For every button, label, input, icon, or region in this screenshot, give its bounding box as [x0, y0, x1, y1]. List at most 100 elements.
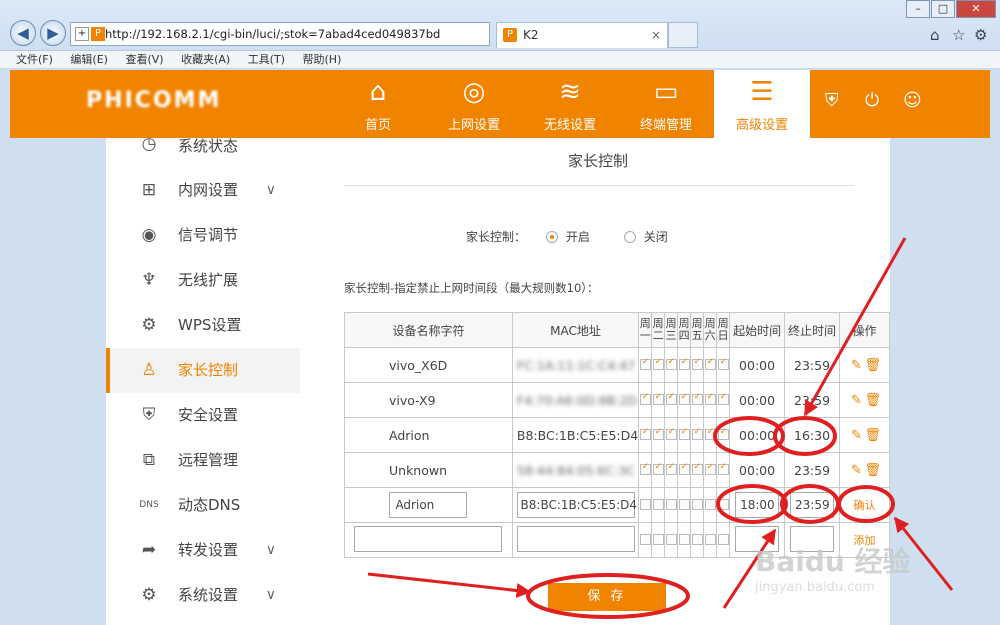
- sidebar-item-lan[interactable]: ⊞ 内网设置 ∨: [106, 168, 300, 213]
- user-icon[interactable]: ☺: [903, 90, 922, 111]
- menu-file[interactable]: 文件(F): [16, 53, 53, 66]
- back-button[interactable]: ◀: [10, 20, 36, 46]
- save-button[interactable]: 保 存: [548, 583, 666, 611]
- checkbox[interactable]: [678, 533, 690, 545]
- radio-off[interactable]: [623, 231, 636, 243]
- checkbox[interactable]: [652, 533, 664, 545]
- checkbox: [665, 392, 677, 405]
- trash-icon[interactable]: 🗑: [865, 463, 882, 478]
- rules-table: 设备名称字符 MAC地址 周一 周二 周三 周四 周五 周六 周日 起始时间 终…: [344, 312, 890, 558]
- checkbox[interactable]: [704, 498, 716, 510]
- sidebar-item-security[interactable]: ⛨ 安全设置: [106, 393, 300, 438]
- minimize-button[interactable]: –: [906, 0, 930, 18]
- checkbox: [652, 392, 664, 405]
- shield-icon[interactable]: ⛨: [825, 90, 839, 111]
- sidebar-item-system[interactable]: ⚙ 系统设置 ∨: [106, 573, 300, 618]
- checkbox: [665, 462, 677, 475]
- day-check: [690, 487, 705, 523]
- sidebar-item-label: 系统设置: [178, 586, 239, 604]
- checkbox[interactable]: [691, 498, 703, 510]
- checkbox: [652, 427, 664, 440]
- wifi-icon: ≋: [559, 77, 581, 107]
- menu-view[interactable]: 查看(V): [125, 53, 163, 66]
- radio-on[interactable]: [545, 231, 558, 243]
- checkbox[interactable]: [678, 498, 690, 510]
- mac-input[interactable]: B8:BC:1B:C5:E5:D4: [516, 492, 637, 518]
- nav-devices[interactable]: ▭ 终端管理: [618, 70, 714, 138]
- sidebar-item-forward[interactable]: ➦ 转发设置 ∨: [106, 528, 300, 573]
- checkbox: [652, 462, 664, 475]
- nav-wireless[interactable]: ≋ 无线设置: [522, 70, 618, 138]
- nav-internet[interactable]: ◎ 上网设置: [426, 70, 522, 138]
- menu-edit[interactable]: 编辑(E): [70, 53, 108, 66]
- checkbox[interactable]: [665, 533, 677, 545]
- checkbox: [691, 427, 703, 440]
- device-mac: B8:BC:1B:C5:E5:D4: [511, 417, 640, 453]
- nav-advanced[interactable]: ☰ 高级设置: [714, 70, 810, 138]
- menu-favorites[interactable]: 收藏夹(A): [181, 53, 230, 66]
- sidebar-item-status[interactable]: ◷ 系统状态: [106, 138, 300, 154]
- row-actions: ✎ 🗑: [839, 417, 890, 453]
- checkbox[interactable]: [691, 533, 703, 545]
- address-bar[interactable]: + P http://192.168.2.1/cgi-bin/luci/;sto…: [70, 22, 490, 46]
- checkbox[interactable]: [652, 498, 664, 510]
- power-icon[interactable]: ⏻: [865, 90, 879, 111]
- forward-button[interactable]: ▶: [40, 20, 66, 46]
- end-time-input[interactable]: 23:59: [790, 492, 835, 518]
- tab-close-icon[interactable]: ×: [651, 23, 661, 47]
- sidebar-item-signal[interactable]: ◉ 信号调节: [106, 213, 300, 258]
- checkbox: [704, 427, 716, 440]
- day-check: [651, 347, 666, 383]
- day-check: [677, 452, 692, 488]
- sidebar-item-remote[interactable]: ⧉ 远程管理: [106, 438, 300, 483]
- trash-icon[interactable]: 🗑: [865, 428, 882, 443]
- checkbox[interactable]: [717, 498, 729, 510]
- checkbox[interactable]: [639, 533, 651, 545]
- device-name-input[interactable]: Adrion: [389, 492, 468, 518]
- checkbox[interactable]: [665, 498, 677, 510]
- day-check: [651, 522, 666, 558]
- checkbox[interactable]: [704, 533, 716, 545]
- sidebar-item-parental[interactable]: ♙ 家长控制: [106, 348, 300, 393]
- checkbox: [665, 427, 677, 440]
- edit-icon[interactable]: ✎: [849, 428, 865, 443]
- maximize-button[interactable]: □: [931, 0, 955, 18]
- checkbox[interactable]: [717, 533, 729, 545]
- chevron-down-icon: ∨: [265, 182, 276, 198]
- browser-tab[interactable]: P K2 ×: [496, 22, 668, 48]
- home-icon[interactable]: ⌂: [930, 26, 940, 44]
- sidebar-item-wps[interactable]: ⚙ WPS设置: [106, 303, 300, 348]
- home-icon: ⌂: [369, 77, 387, 107]
- mac-cell: [511, 522, 640, 558]
- sliders-icon: ☰: [750, 77, 774, 107]
- close-window-button[interactable]: ✕: [956, 0, 996, 18]
- checkbox: [691, 392, 703, 405]
- start-time-input[interactable]: 18:00: [735, 492, 780, 518]
- menu-tools[interactable]: 工具(T): [248, 53, 285, 66]
- sidebar-item-ddns[interactable]: DNS 动态DNS: [106, 483, 300, 528]
- end-time: 23:59: [784, 452, 840, 488]
- edit-icon[interactable]: ✎: [849, 393, 865, 408]
- col-mon: 周一: [638, 312, 653, 348]
- nav-home[interactable]: ⌂ 首页: [330, 70, 426, 138]
- new-name-input[interactable]: [354, 525, 503, 552]
- sidebar-item-extender[interactable]: ♆ 无线扩展: [106, 258, 300, 303]
- divider: [344, 185, 854, 186]
- edit-icon[interactable]: ✎: [849, 358, 865, 373]
- menu-help[interactable]: 帮助(H): [303, 53, 342, 66]
- favorites-star-icon[interactable]: ☆: [952, 26, 965, 44]
- settings-gear-icon[interactable]: ⚙: [974, 26, 987, 44]
- row-actions: ✎ 🗑: [839, 382, 890, 418]
- chevron-down-icon: ∨: [265, 587, 276, 603]
- edit-icon[interactable]: ✎: [849, 463, 865, 478]
- trash-icon[interactable]: 🗑: [865, 358, 882, 373]
- confirm-link[interactable]: 确认: [854, 499, 876, 512]
- checkbox[interactable]: [639, 498, 651, 510]
- start-time: 00:00: [729, 347, 786, 383]
- day-check: [664, 382, 679, 418]
- sidebar-item-label: 动态DNS: [178, 496, 241, 514]
- trash-icon[interactable]: 🗑: [865, 393, 882, 408]
- nav-label: 首页: [364, 118, 391, 133]
- new-mac-input[interactable]: [516, 525, 635, 552]
- new-tab-button[interactable]: [668, 22, 698, 48]
